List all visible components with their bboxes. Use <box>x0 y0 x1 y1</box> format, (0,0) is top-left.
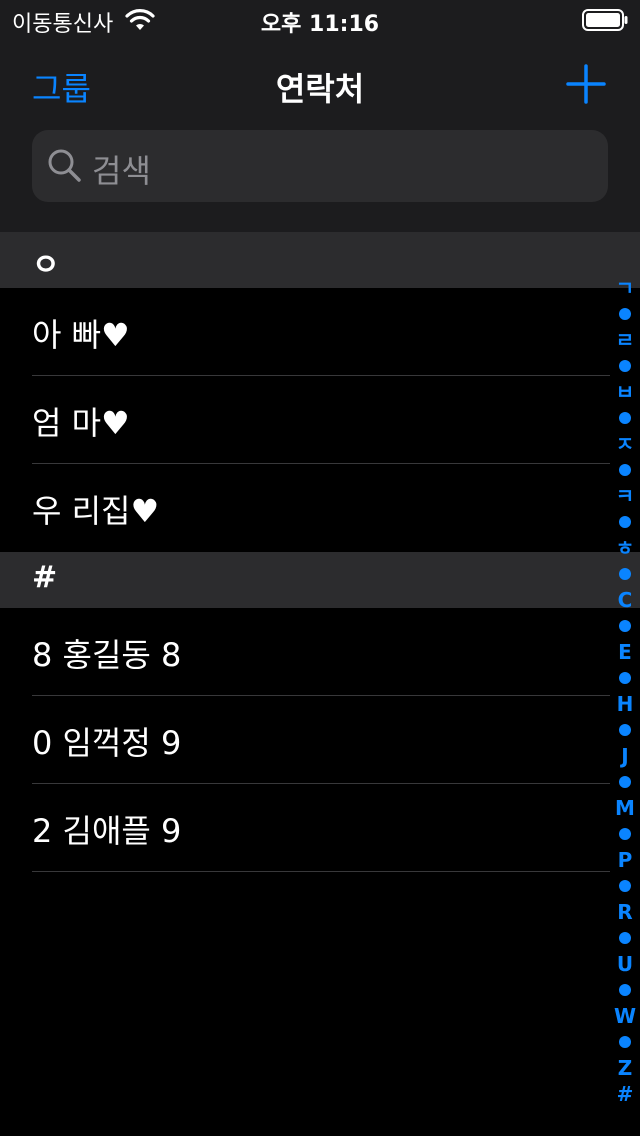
page-title: 연락처 <box>275 70 365 108</box>
contact-name: 우 리집♥ <box>32 492 160 530</box>
index-letter[interactable]: P <box>610 850 640 870</box>
contact-row[interactable]: 0 임꺽정 9 <box>0 696 610 784</box>
index-letter[interactable]: J <box>610 746 640 766</box>
index-letter[interactable]: U <box>610 954 640 974</box>
add-contact-button[interactable] <box>566 64 606 104</box>
row-divider <box>32 871 610 872</box>
index-letter[interactable]: ㄱ <box>610 278 640 298</box>
search-placeholder: 검색 <box>92 152 151 190</box>
index-dot[interactable] <box>619 464 631 476</box>
index-letter[interactable]: ㄹ <box>610 330 640 350</box>
index-letter[interactable]: E <box>610 642 640 662</box>
index-dot[interactable] <box>619 984 631 996</box>
index-letter[interactable]: R <box>610 902 640 922</box>
index-dot[interactable] <box>619 412 631 424</box>
contact-name: 0 임꺽정 9 <box>32 724 182 762</box>
index-letter[interactable]: W <box>610 1006 640 1026</box>
status-bar: 이동통신사 오후 11:16 <box>0 0 640 40</box>
section-header: ㅇ <box>0 232 640 288</box>
index-dot[interactable] <box>619 932 631 944</box>
index-dot[interactable] <box>619 360 631 372</box>
top-bar: 이동통신사 오후 11:16 그룹 연락처 검색 <box>0 0 640 232</box>
contact-name: 8 홍길동 8 <box>32 636 182 674</box>
index-dot[interactable] <box>619 828 631 840</box>
index-letter[interactable]: ㅋ <box>610 486 640 506</box>
index-letter[interactable]: ㅈ <box>610 434 640 454</box>
status-time: 오후 11:16 <box>260 12 380 37</box>
section-header-label: ㅇ <box>32 248 60 283</box>
contact-row[interactable]: 엄 마♥ <box>0 376 610 464</box>
index-dot[interactable] <box>619 672 631 684</box>
contact-name: 아 빠♥ <box>32 316 130 354</box>
contact-row[interactable]: 8 홍길동 8 <box>0 608 610 696</box>
index-dot[interactable] <box>619 1036 631 1048</box>
section-header: # <box>0 552 640 608</box>
index-dot[interactable] <box>619 308 631 320</box>
index-dot[interactable] <box>619 776 631 788</box>
index-dot[interactable] <box>619 620 631 632</box>
index-letter[interactable]: M <box>610 798 640 818</box>
contact-row[interactable]: 2 김애플 9 <box>0 784 610 872</box>
index-dot[interactable] <box>619 724 631 736</box>
contact-name: 2 김애플 9 <box>32 812 182 850</box>
contact-row[interactable]: 아 빠♥ <box>0 288 610 376</box>
index-dot[interactable] <box>619 880 631 892</box>
contact-name: 엄 마♥ <box>32 404 130 442</box>
index-letter[interactable]: Z <box>610 1058 640 1078</box>
groups-button[interactable]: 그룹 <box>32 64 91 110</box>
index-letter[interactable]: H <box>610 694 640 714</box>
search-field[interactable]: 검색 <box>32 130 608 202</box>
index-dot[interactable] <box>619 516 631 528</box>
navigation-bar: 그룹 연락처 <box>0 50 640 120</box>
section-index-bar[interactable]: ㄱㄹㅂㅈㅋㅎ C E H J M P R U W Z # <box>610 278 640 1104</box>
index-dot[interactable] <box>619 568 631 580</box>
search-icon <box>48 149 81 182</box>
index-letter[interactable]: # <box>610 1084 640 1104</box>
index-letter[interactable]: ㅂ <box>610 382 640 402</box>
battery-icon <box>582 9 628 31</box>
index-letter[interactable]: ㅎ <box>610 538 640 558</box>
index-letter[interactable]: C <box>610 590 640 610</box>
contact-row[interactable]: 우 리집♥ <box>0 464 610 552</box>
section-header-label: # <box>32 560 58 595</box>
contacts-app: 이동통신사 오후 11:16 그룹 연락처 검색 ㅇ 아 빠♥ 엄 마♥ 우 리… <box>0 0 640 1136</box>
